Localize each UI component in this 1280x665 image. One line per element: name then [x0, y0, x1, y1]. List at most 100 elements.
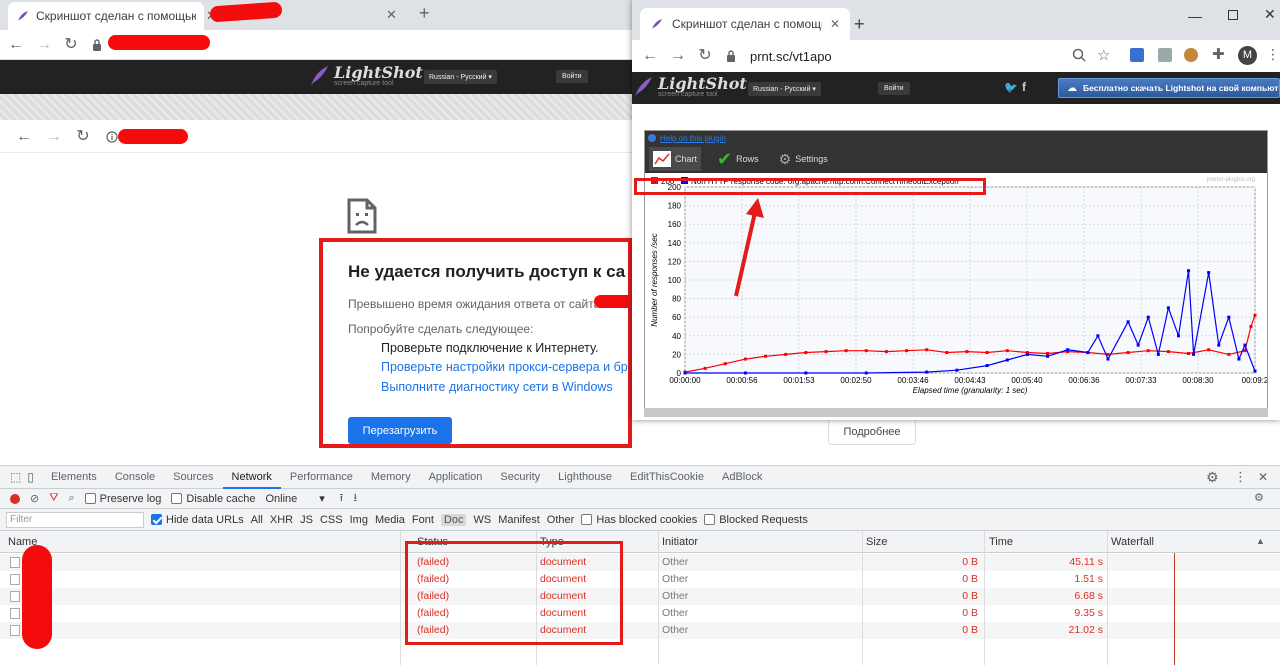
back-arrow-icon[interactable]: ← [642, 48, 658, 64]
devtools-tab-sources[interactable]: Sources [164, 466, 222, 489]
data-point [1187, 351, 1191, 355]
column-size[interactable]: Size [866, 531, 887, 553]
devtools-tab-lighthouse[interactable]: Lighthouse [549, 466, 621, 489]
bookmark-star-icon[interactable]: ☆ [1097, 46, 1110, 64]
close-window-icon[interactable]: ✕ [1264, 6, 1276, 23]
menu-kebab-icon[interactable]: ⋮ [1266, 46, 1280, 63]
close-tab-icon[interactable]: ✕ [386, 7, 397, 23]
close-tab-icon[interactable]: ✕ [830, 17, 840, 31]
image-extension-icon[interactable] [1158, 48, 1172, 62]
back-tabstrip: Скриншот сделан с помощью L ✕ ✕ + [0, 0, 640, 30]
language-select[interactable]: Russian - Русский ▾ [424, 70, 497, 84]
devtools-tab-security[interactable]: Security [491, 466, 549, 489]
type-filter-manifest[interactable]: Manifest [498, 514, 540, 526]
translate-extension-icon[interactable] [1130, 48, 1144, 62]
devtools-tab-editthiscookie[interactable]: EditThisCookie [621, 466, 713, 489]
tab-rows[interactable]: ✔ Rows [713, 147, 763, 171]
device-toolbar-icon[interactable]: ▯ [27, 470, 34, 484]
column-initiator[interactable]: Initiator [662, 531, 698, 553]
search-icon[interactable]: ⌕ [68, 492, 74, 505]
reload-icon[interactable]: ↻ [64, 36, 78, 53]
login-button[interactable]: Войти [878, 82, 910, 95]
type-filter-font[interactable]: Font [412, 514, 434, 526]
type-filter-other[interactable]: Other [547, 514, 575, 526]
table-row[interactable]: ua(failed)documentOther0 B9.35 s [0, 605, 1280, 622]
type-filter-img[interactable]: Img [350, 514, 368, 526]
devtools-tab-performance[interactable]: Performance [281, 466, 362, 489]
hide-data-urls-checkbox[interactable]: Hide data URLs [151, 513, 244, 526]
filter-funnel-icon[interactable]: ⛛ [49, 492, 58, 505]
column-waterfall[interactable]: Waterfall [1111, 531, 1154, 553]
menu-kebab-icon[interactable]: ⋮ [1234, 469, 1247, 485]
new-tab-icon[interactable]: + [419, 3, 430, 24]
clear-icon[interactable]: ⊘ [30, 492, 39, 505]
details-button[interactable]: Подробнее [828, 419, 916, 445]
minimize-icon[interactable]: — [1188, 8, 1202, 24]
annotation-box-status [405, 541, 623, 645]
table-row[interactable]: ua(failed)documentOther0 B21.02 s [0, 622, 1280, 639]
blocked-requests-checkbox[interactable]: Blocked Requests [704, 513, 808, 526]
export-har-icon[interactable]: ⭳ [353, 489, 357, 508]
throttling-select[interactable]: Online ▾ [266, 492, 330, 505]
inspect-element-icon[interactable]: ⬚ [10, 470, 21, 484]
download-lightshot-button[interactable]: ☁ Бесплатно скачать Lightshot на свой ко… [1058, 78, 1280, 98]
network-settings-icon[interactable]: ⚙ [1254, 491, 1264, 504]
gear-icon[interactable]: ⚙ [1206, 469, 1219, 486]
tab-chart[interactable]: Chart [649, 147, 702, 171]
record-icon[interactable] [10, 493, 20, 504]
devtools-tab-application[interactable]: Application [420, 466, 492, 489]
x-tick-label: 00:01:53 [783, 376, 815, 385]
sort-up-icon[interactable]: ▲ [1256, 536, 1265, 546]
type-filter-media[interactable]: Media [375, 514, 405, 526]
type-filter-xhr[interactable]: XHR [270, 514, 293, 526]
type-filter-ws[interactable]: WS [473, 514, 491, 526]
twitter-icon[interactable]: 🐦 [1004, 81, 1018, 94]
data-point [804, 371, 808, 375]
preserve-log-checkbox[interactable]: Preserve log [84, 492, 161, 505]
filter-input[interactable]: Filter [6, 511, 144, 528]
disable-cache-checkbox[interactable]: Disable cache [171, 492, 256, 505]
back-arrow-icon[interactable]: ← [16, 128, 32, 145]
lightshot-logo[interactable]: LightShot screen capture tool [632, 75, 747, 99]
cookie-extension-icon[interactable] [1184, 48, 1198, 62]
type-filter-js[interactable]: JS [300, 514, 313, 526]
tab-chart-label: Chart [675, 154, 698, 164]
devtools-tab-memory[interactable]: Memory [362, 466, 420, 489]
import-har-icon[interactable]: ⭱ [340, 489, 344, 508]
devtools-tab-network[interactable]: Network [222, 466, 281, 489]
devtools-tab-elements[interactable]: Elements [42, 466, 106, 489]
back-tab[interactable]: Скриншот сделан с помощью L ✕ [8, 2, 217, 30]
facebook-icon[interactable]: f [1022, 80, 1026, 94]
horizontal-scrollbar[interactable] [644, 408, 1268, 417]
forward-arrow-icon[interactable]: → [46, 128, 62, 145]
table-row[interactable]: ua(failed)documentOther0 B1.51 s [0, 571, 1280, 588]
table-row[interactable]: ua(failed)documentOther0 B6.68 s [0, 588, 1280, 605]
type-filter-doc[interactable]: Doc [440, 513, 467, 526]
close-devtools-icon[interactable]: ✕ [1258, 470, 1268, 484]
help-link[interactable]: Help on this plugin [660, 134, 726, 143]
devtools-tab-adblock[interactable]: AdBlock [713, 466, 771, 489]
language-select[interactable]: Russian - Русский ▾ [748, 82, 821, 96]
table-row[interactable]: ua(failed)documentOther0 B45.11 s [0, 554, 1280, 571]
forward-arrow-icon[interactable]: → [36, 36, 52, 53]
front-tab[interactable]: Скриншот сделан с помощью L ✕ [640, 8, 850, 40]
new-tab-icon[interactable]: + [854, 14, 865, 35]
type-filter-css[interactable]: CSS [320, 514, 343, 526]
data-point [864, 371, 868, 375]
profile-avatar[interactable]: M [1238, 46, 1257, 65]
type-filter-all[interactable]: All [251, 514, 263, 526]
lightshot-logo[interactable]: LightShot screen capture tool [308, 64, 423, 88]
devtools-tab-console[interactable]: Console [106, 466, 164, 489]
forward-arrow-icon[interactable]: → [670, 48, 686, 64]
reload-icon[interactable]: ↻ [76, 128, 90, 145]
has-blocked-cookies-checkbox[interactable]: Has blocked cookies [581, 513, 697, 526]
tab-settings[interactable]: ⚙ Settings [775, 147, 832, 171]
back-arrow-icon[interactable]: ← [8, 36, 24, 53]
puzzle-extensions-icon[interactable]: ✚ [1212, 45, 1225, 63]
login-button[interactable]: Войти [556, 70, 588, 83]
reload-icon[interactable]: ↻ [698, 48, 712, 64]
url-field[interactable]: prnt.sc/vt1apo [750, 49, 832, 64]
column-time[interactable]: Time [989, 531, 1013, 553]
zoom-icon[interactable] [1072, 48, 1086, 62]
maximize-icon[interactable] [1228, 10, 1238, 20]
